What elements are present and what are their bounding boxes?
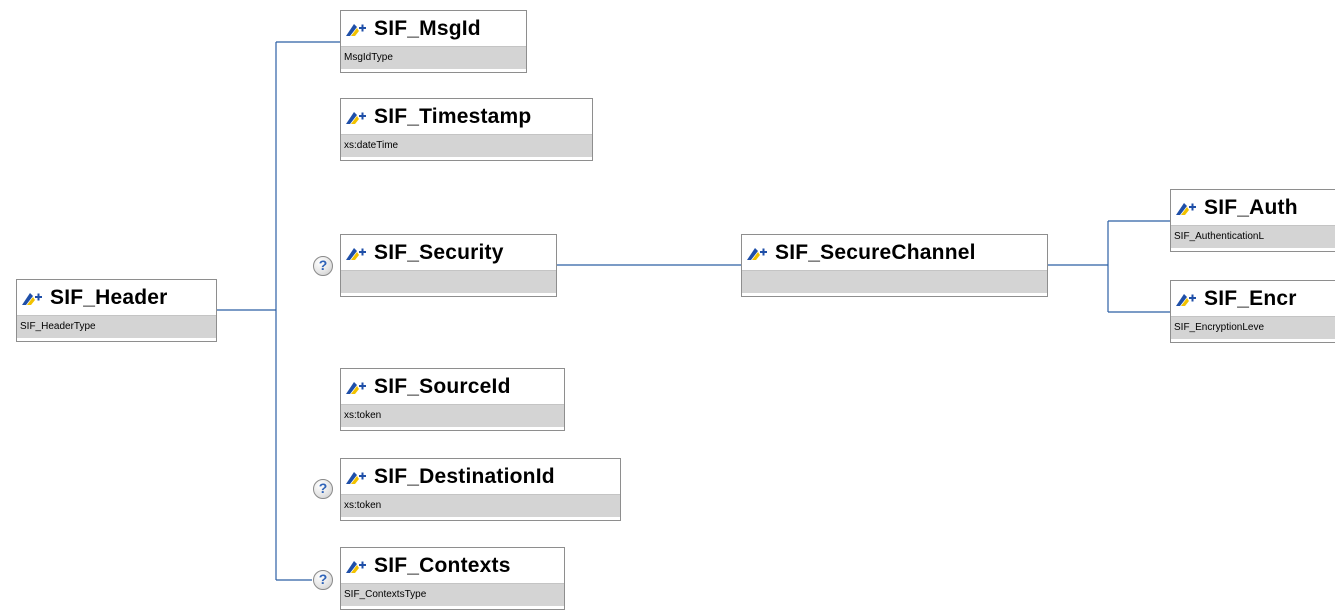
optional-question-icon: ? (313, 570, 333, 590)
node-type-label: MsgIdType (341, 46, 526, 69)
node-type-label: SIF_EncryptionLeve (1171, 316, 1335, 339)
element-icon (345, 469, 367, 485)
node-type-label: SIF_AuthenticationL (1171, 225, 1335, 248)
element-icon (21, 290, 43, 306)
node-title: SIF_Contexts (374, 553, 511, 577)
node-type-label (341, 270, 556, 293)
node-type-label: xs:dateTime (341, 134, 592, 157)
element-icon (345, 245, 367, 261)
node-title: SIF_MsgId (374, 16, 481, 40)
node-header-row: SIF_SourceId (341, 369, 564, 404)
node-title: SIF_SourceId (374, 374, 511, 398)
element-icon (345, 109, 367, 125)
node-title: SIF_Timestamp (374, 104, 532, 128)
node-header-row: SIF_Timestamp (341, 99, 592, 134)
node-sif-security[interactable]: SIF_Security (340, 234, 557, 297)
element-icon (1175, 291, 1197, 307)
node-type-label: xs:token (341, 404, 564, 427)
node-sif-securechannel[interactable]: SIF_SecureChannel (741, 234, 1048, 297)
node-header-row: SIF_Contexts (341, 548, 564, 583)
node-sif-timestamp[interactable]: SIF_Timestamp xs:dateTime (340, 98, 593, 161)
optional-question-icon: ? (313, 479, 333, 499)
node-header-row: SIF_Security (341, 235, 556, 270)
node-header-row: SIF_MsgId (341, 11, 526, 46)
node-sif-contexts[interactable]: SIF_Contexts SIF_ContextsType (340, 547, 565, 610)
node-sif-header[interactable]: SIF_Header SIF_HeaderType (16, 279, 217, 342)
node-header-row: SIF_Auth (1171, 190, 1335, 225)
element-icon (1175, 200, 1197, 216)
node-title: SIF_Auth (1204, 195, 1298, 219)
optional-question-icon: ? (313, 256, 333, 276)
node-sif-authenticationlevel[interactable]: SIF_Auth SIF_AuthenticationL (1170, 189, 1335, 252)
element-icon (746, 245, 768, 261)
node-sif-destinationid[interactable]: SIF_DestinationId xs:token (340, 458, 621, 521)
node-title: SIF_Encr (1204, 286, 1297, 310)
node-sif-encryptionlevel[interactable]: SIF_Encr SIF_EncryptionLeve (1170, 280, 1335, 343)
node-type-label (742, 270, 1047, 293)
node-title: SIF_SecureChannel (775, 240, 976, 264)
node-sif-sourceid[interactable]: SIF_SourceId xs:token (340, 368, 565, 431)
node-header-row: SIF_Header (17, 280, 216, 315)
node-header-row: SIF_Encr (1171, 281, 1335, 316)
node-header-row: SIF_DestinationId (341, 459, 620, 494)
node-header-row: SIF_SecureChannel (742, 235, 1047, 270)
node-type-label: xs:token (341, 494, 620, 517)
element-icon (345, 379, 367, 395)
node-title: SIF_DestinationId (374, 464, 555, 488)
element-icon (345, 21, 367, 37)
element-icon (345, 558, 367, 574)
node-sif-msgid[interactable]: SIF_MsgId MsgIdType (340, 10, 527, 73)
node-type-label: SIF_ContextsType (341, 583, 564, 606)
node-title: SIF_Header (50, 285, 168, 309)
node-type-label: SIF_HeaderType (17, 315, 216, 338)
node-title: SIF_Security (374, 240, 504, 264)
